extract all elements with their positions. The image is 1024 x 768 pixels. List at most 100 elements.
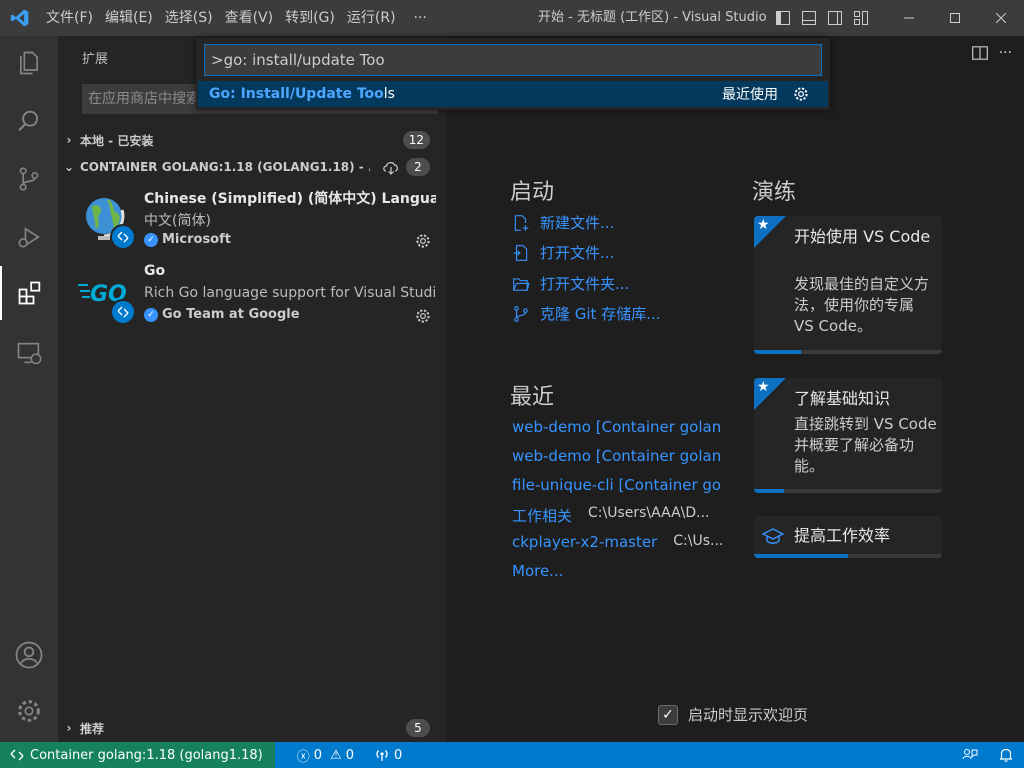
checkbox-checked-icon[interactable]: ✓ <box>658 704 678 725</box>
explorer-icon[interactable] <box>0 36 58 90</box>
show-welcome-label: 启动时显示欢迎页 <box>688 706 809 724</box>
extension-publisher: ✓ Microsoft <box>144 232 231 247</box>
error-count: 0 <box>313 747 323 763</box>
verified-icon: ✓ <box>144 307 158 322</box>
warning-count: 0 <box>345 747 354 763</box>
remote-explorer-icon[interactable] <box>0 326 58 380</box>
mortarboard-icon <box>761 528 785 550</box>
problems-indicator[interactable]: ⓧ 0 ⚠ 0 <box>287 746 364 765</box>
recent-name: file-unique-cli [Container golang:1.18] <box>512 476 720 494</box>
command-item-go-install-update-tools[interactable]: Go: Install/Update Tools 最近使用 <box>198 81 828 107</box>
extension-settings-gear-icon[interactable] <box>414 307 432 325</box>
window-title: 开始 - 无标题 (工作区) - Visual Studio Code <box>538 10 766 25</box>
recent-name: web-demo [Container golang:1.18] <box>512 418 720 436</box>
menu-more[interactable]: ··· <box>402 10 439 26</box>
close-icon[interactable] <box>978 0 1024 36</box>
run-debug-icon[interactable] <box>0 210 58 264</box>
ports-count: 0 <box>394 747 403 763</box>
walkthrough-card-productivity[interactable]: 提高工作效率 <box>754 516 942 558</box>
remote-label: Container golang:1.18 (golang1.18) <box>30 747 263 763</box>
extension-item-chinese[interactable]: Chinese (Simplified) (简体中文) Language Pac… <box>58 182 446 258</box>
open-folder-link[interactable]: 打开文件夹... <box>512 273 629 294</box>
section-container-installed[interactable]: ⌄ CONTAINER GOLANG:1.18 (GOLANG1.18) - .… <box>58 155 446 179</box>
section-recommended[interactable]: › 推荐 5 <box>58 716 446 740</box>
activity-bar <box>0 36 58 742</box>
menu-bar: 文件(F) 编辑(E) 选择(S) 查看(V) 转到(G) 运行(R) ··· <box>40 0 439 36</box>
walkthrough-card-fundamentals[interactable]: ★ 了解基础知识 直接跳转到 VS Code 并概要了解必备功能。 <box>754 378 942 493</box>
source-control-icon[interactable] <box>0 152 58 206</box>
count-badge: 2 <box>406 158 430 176</box>
verified-icon: ✓ <box>144 232 158 247</box>
toggle-panel-icon[interactable] <box>796 0 822 36</box>
menu-edit[interactable]: 编辑(E) <box>99 0 159 36</box>
feedback-icon[interactable] <box>952 747 988 763</box>
configure-keybinding-gear-icon[interactable] <box>792 85 810 107</box>
remote-indicator[interactable]: Container golang:1.18 (golang1.18) <box>0 742 275 768</box>
cloud-download-icon[interactable] <box>382 159 400 178</box>
extension-description: 中文(简体) <box>144 213 211 229</box>
extension-name: Go <box>144 263 166 279</box>
section-label: CONTAINER GOLANG:1.18 (GOLANG1.18) - ... <box>80 160 370 174</box>
open-file-label: 打开文件... <box>540 244 615 262</box>
menu-file[interactable]: 文件(F) <box>40 0 99 36</box>
menu-run[interactable]: 运行(R) <box>341 0 402 36</box>
menu-go[interactable]: 转到(G) <box>279 0 341 36</box>
section-label: 推荐 <box>80 721 105 736</box>
count-badge: 12 <box>402 131 430 149</box>
status-bar: Container golang:1.18 (golang1.18) ⓧ 0 ⚠ 0… <box>0 742 1024 768</box>
notifications-bell-icon[interactable] <box>988 747 1024 763</box>
recent-name: web-demo [Container golang:1.18] <box>512 447 720 465</box>
card-description: 发现最佳的自定义方法，使用你的专属 VS Code。 <box>794 275 930 335</box>
git-branch-icon <box>514 305 528 322</box>
clone-git-link[interactable]: 克隆 Git 存储库... <box>512 303 661 324</box>
globe-icon <box>78 190 138 250</box>
maximize-icon[interactable] <box>932 0 978 36</box>
extension-item-go[interactable]: GO Go Rich Go language support for Visua… <box>58 257 446 333</box>
open-folder-icon <box>513 277 530 291</box>
more-label: More... <box>512 562 564 580</box>
manage-gear-icon[interactable] <box>0 684 58 738</box>
star-icon: ★ <box>757 217 770 233</box>
show-welcome-on-startup[interactable]: ✓ 启动时显示欢迎页 <box>658 704 808 725</box>
remote-badge-icon <box>110 224 136 250</box>
recent-item[interactable]: web-demo [Container golang:1.18] <box>512 447 720 465</box>
recent-item[interactable]: ckplayer-x2-master C:\Us... <box>512 533 723 551</box>
extensions-sidebar: 扩展 在应用商店中搜索扩展 › 本地 - 已安装 12 ⌄ CONTAINER … <box>58 36 446 742</box>
toggle-sidebar-icon[interactable] <box>770 0 796 36</box>
recent-item[interactable]: 工作相关 C:\Users\AAA\D... <box>512 505 710 526</box>
recent-item[interactable]: file-unique-cli [Container golang:1.18] <box>512 476 720 494</box>
extensions-icon[interactable] <box>0 266 58 320</box>
new-file-link[interactable]: 新建文件... <box>512 212 614 233</box>
more-actions-icon[interactable]: ··· <box>999 44 1012 66</box>
split-editor-icon[interactable] <box>971 44 989 66</box>
minimize-icon[interactable] <box>886 0 932 36</box>
go-logo-icon: GO <box>78 265 138 325</box>
chevron-down-icon: ⌄ <box>63 160 75 174</box>
recent-more-link[interactable]: More... <box>512 562 564 580</box>
customize-layout-icon[interactable] <box>848 0 874 36</box>
toggle-secondary-sidebar-icon[interactable] <box>822 0 848 36</box>
recently-used-tag: 最近使用 <box>722 87 778 103</box>
command-palette-input[interactable]: >go: install/update Too <box>204 44 822 76</box>
extension-settings-gear-icon[interactable] <box>414 232 432 250</box>
search-icon[interactable] <box>0 94 58 148</box>
card-progress <box>754 350 942 354</box>
recent-path: C:\Users\AAA\D... <box>588 505 710 521</box>
menu-view[interactable]: 查看(V) <box>219 0 280 36</box>
account-icon[interactable] <box>0 628 58 682</box>
publisher-name: Go Team at Google <box>162 307 300 322</box>
card-title: 提高工作效率 <box>794 526 891 545</box>
section-local-installed[interactable]: › 本地 - 已安装 12 <box>58 128 446 152</box>
ports-indicator[interactable]: 0 <box>364 748 412 763</box>
walkthrough-card-get-started[interactable]: ★ 开始使用 VS Code 发现最佳的自定义方法，使用你的专属 VS Code… <box>754 216 942 354</box>
command-label-match: Go: Install/Update Too <box>209 86 384 102</box>
new-file-icon <box>514 214 529 231</box>
recent-item[interactable]: web-demo [Container golang:1.18] <box>512 418 720 436</box>
open-file-link[interactable]: 打开文件... <box>512 242 614 263</box>
command-label-rest: ls <box>383 86 395 102</box>
vscode-logo-icon[interactable] <box>0 0 40 36</box>
menu-selection[interactable]: 选择(S) <box>159 0 219 36</box>
open-folder-label: 打开文件夹... <box>540 275 630 293</box>
error-icon: ⓧ <box>296 749 310 765</box>
walkthrough-heading: 演练 <box>752 180 797 205</box>
